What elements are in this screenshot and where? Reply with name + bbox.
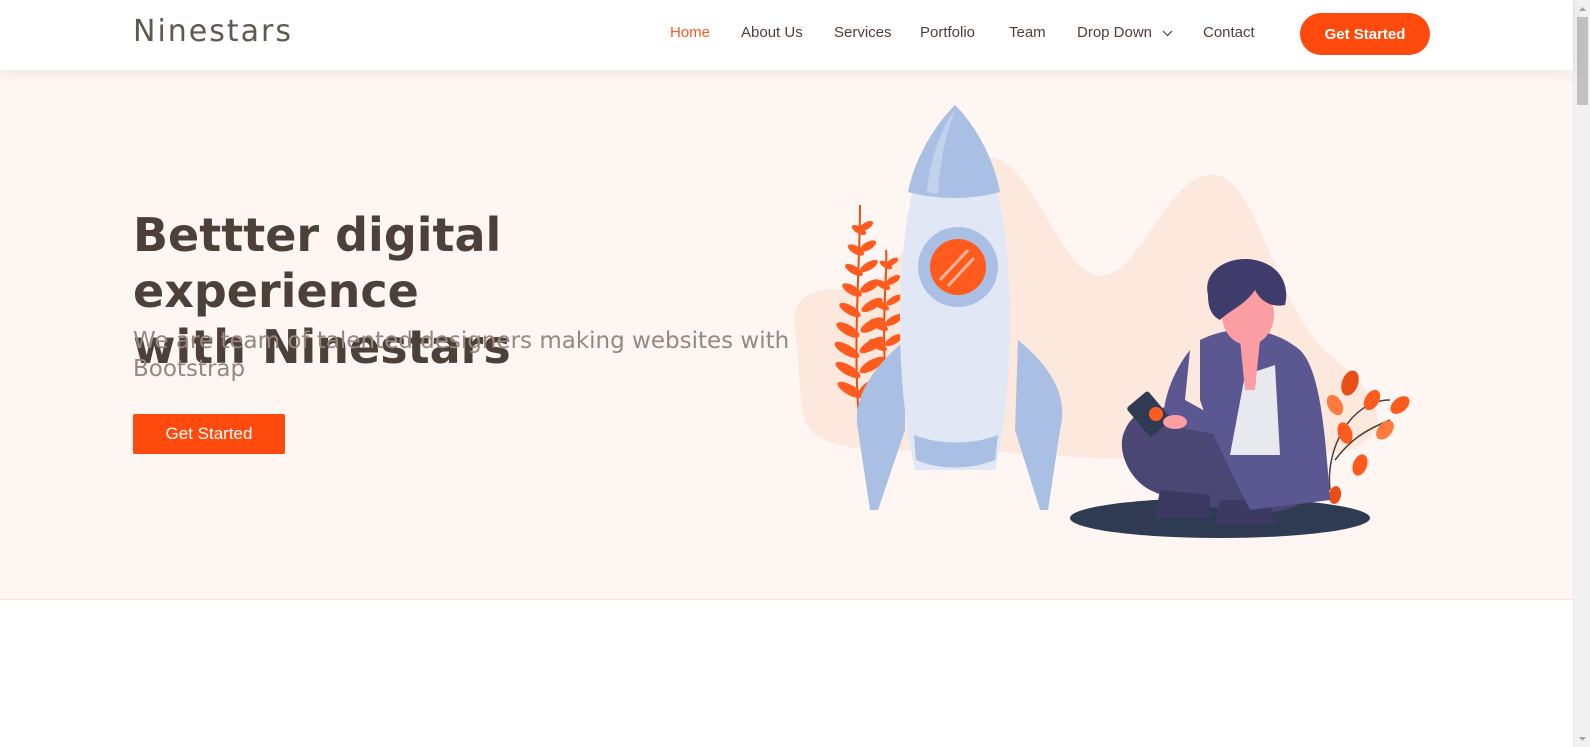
nav-item-home[interactable]: Home (670, 24, 710, 41)
site-header: Ninestars Home About Us Services Portfol… (0, 0, 1573, 70)
nav-item-team[interactable]: Team (1009, 24, 1046, 41)
page-scrollbar[interactable] (1573, 0, 1590, 747)
scrollbar-thumb[interactable] (1577, 17, 1588, 105)
scroll-up-arrow-icon[interactable] (1574, 0, 1590, 17)
page: Ninestars Home About Us Services Portfol… (0, 0, 1590, 747)
nav-item-services[interactable]: Services (834, 24, 892, 41)
nav-item-drop-down[interactable]: Drop Down (1077, 24, 1173, 41)
chevron-down-icon (1162, 30, 1173, 36)
nav-item-about-us[interactable]: About Us (741, 24, 803, 41)
hero-subtitle: We are team of talented designers making… (133, 328, 790, 382)
hero-title-line-1: Bettter digital experience (133, 208, 502, 318)
header-get-started-button[interactable]: Get Started (1300, 13, 1430, 55)
nav-item-portfolio[interactable]: Portfolio (920, 24, 975, 41)
hero-illustration (794, 105, 1410, 538)
nav-item-drop-down-label: Drop Down (1077, 24, 1153, 41)
nav-item-contact[interactable]: Contact (1203, 24, 1255, 41)
hero-get-started-button[interactable]: Get Started (133, 414, 285, 454)
scroll-down-arrow-icon[interactable] (1574, 730, 1590, 747)
